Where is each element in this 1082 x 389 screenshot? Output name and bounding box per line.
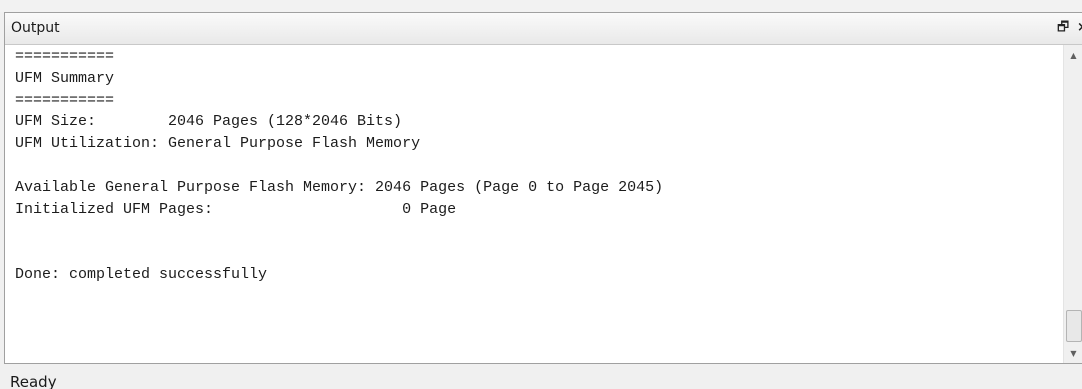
output-panel: Output 🗗 × ===========UFM Summary=======…: [4, 12, 1082, 364]
console-line: UFM Summary: [15, 69, 115, 87]
scrollbar-thumb[interactable]: [1066, 310, 1082, 342]
console-line: UFM Utilization: General Purpose Flash M…: [15, 135, 421, 153]
scroll-up-arrow-icon[interactable]: ▲: [1064, 50, 1082, 62]
console-line: ===========: [15, 48, 115, 65]
output-window: Output 🗗 × ===========UFM Summary=======…: [0, 0, 1082, 389]
console-line: ===========: [15, 91, 115, 109]
console-line: Available General Purpose Flash Memory: …: [15, 178, 664, 196]
status-bar: Ready: [0, 364, 1082, 389]
output-console[interactable]: =========== UFM Summary =========== UFM Siz…: [5, 45, 1063, 363]
restore-window-icon[interactable]: 🗗: [1057, 20, 1069, 36]
console-line: UFM Size: 2046 Pages (128*2046 Bits): [15, 113, 403, 131]
output-panel-titlebar[interactable]: Output 🗗 ×: [5, 13, 1082, 45]
panel-title: Output: [11, 20, 60, 36]
status-text: Ready: [10, 373, 57, 389]
vertical-scrollbar[interactable]: ▲ ▼: [1063, 45, 1082, 363]
console-line: Initialized UFM Pages: 0 Page: [15, 200, 457, 218]
console-line: Done: completed successfully: [15, 265, 268, 283]
top-edge: [0, 0, 1082, 12]
scroll-down-arrow-icon[interactable]: ▼: [1064, 348, 1082, 360]
console-text: =========== UFM Summary =========== UFM Siz…: [5, 45, 1063, 286]
close-icon[interactable]: ×: [1077, 20, 1082, 36]
